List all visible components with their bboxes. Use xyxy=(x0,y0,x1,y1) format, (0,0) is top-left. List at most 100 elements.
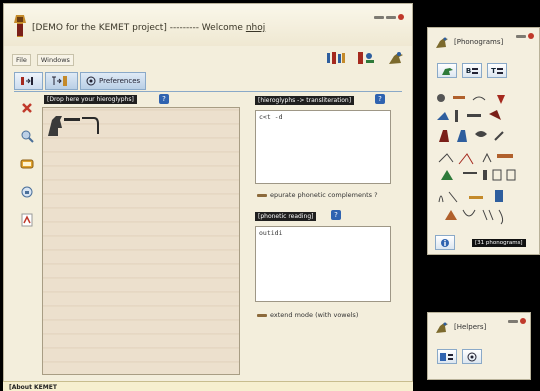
phonograms-count: [31 phonograms] xyxy=(472,239,526,247)
hieroglyph-to-text-icon xyxy=(21,77,33,85)
minimize-icon[interactable] xyxy=(374,15,384,19)
window-controls xyxy=(374,14,404,20)
arm-glyph-icon xyxy=(438,153,454,163)
extend-mode-option[interactable]: extend mode (with vowels) xyxy=(257,311,358,319)
papyrus-label: [Drop here your hieroglyphs] xyxy=(44,95,137,104)
help-icon[interactable]: ? xyxy=(375,94,385,104)
pillar-glyph-icon xyxy=(483,170,487,180)
hill-glyph-icon xyxy=(441,170,453,180)
bird-icon xyxy=(441,67,453,75)
cartouche-icon[interactable] xyxy=(20,157,34,171)
epurate-option[interactable]: epurate phonetic complements ? xyxy=(257,191,378,199)
preferences-icon xyxy=(86,76,96,86)
side-toolbar xyxy=(20,101,34,227)
close-icon[interactable] xyxy=(398,14,404,20)
bar-glyph-icon xyxy=(64,118,80,121)
helpers-title: [Helpers] xyxy=(454,323,487,331)
text-to-hieroglyph-icon xyxy=(52,76,67,86)
option-toggle-icon[interactable] xyxy=(257,313,267,317)
ibis-icon xyxy=(436,322,448,333)
info-icon xyxy=(441,238,449,247)
maximize-icon[interactable] xyxy=(386,15,396,19)
bar-glyph-icon xyxy=(453,96,465,99)
legs-glyph-icon xyxy=(482,209,494,221)
menu-windows[interactable]: Windows xyxy=(36,54,74,66)
tab-hieroglyph-to-text[interactable] xyxy=(14,72,43,90)
window-controls xyxy=(516,33,534,39)
help-icon xyxy=(440,352,453,361)
vulture-glyph-icon xyxy=(457,130,467,142)
stick-glyph-icon xyxy=(494,131,504,141)
pot-glyph-icon xyxy=(495,190,503,202)
close-icon[interactable] xyxy=(520,318,526,324)
main-window-title: [DEMO for the KEMET project] --------- W… xyxy=(32,23,265,33)
helpers-panel: [Helpers] xyxy=(427,312,531,380)
hieroglyph-sequence[interactable] xyxy=(46,112,106,140)
phonograms-info-button[interactable] xyxy=(435,235,455,250)
menubar: File Windows xyxy=(12,54,74,66)
bird-glyph-icon xyxy=(497,95,505,104)
save-icon[interactable] xyxy=(20,185,34,199)
phonetic-tool-icon[interactable] xyxy=(356,50,376,66)
pharaoh-logo-icon xyxy=(14,15,26,37)
phonograms-title: [Phonograms] xyxy=(454,38,504,46)
help-icon[interactable]: ? xyxy=(159,94,169,104)
phonetic-output[interactable]: outidi xyxy=(255,226,391,302)
option-toggle-icon[interactable] xyxy=(257,193,267,197)
sort-icon xyxy=(472,67,479,74)
line-glyph-icon xyxy=(463,172,477,174)
leg-glyph-icon xyxy=(458,153,474,165)
house-glyph-icon xyxy=(506,169,516,181)
export-pdf-icon[interactable] xyxy=(20,213,34,227)
horn-glyph-icon xyxy=(482,152,492,163)
filter-b-button[interactable]: B xyxy=(462,63,482,78)
rope-glyph-icon xyxy=(438,195,444,203)
main-title-bar[interactable]: [DEMO for the KEMET project] --------- W… xyxy=(4,4,412,46)
epurate-option-label: epurate phonetic complements ? xyxy=(270,191,378,199)
arc-glyph-icon xyxy=(472,96,486,101)
basket-glyph-icon xyxy=(462,209,476,217)
help-icon[interactable]: ? xyxy=(331,210,341,220)
phonetic-label: [phonetic reading] xyxy=(255,212,317,221)
bird-glyph-icon xyxy=(489,110,501,120)
helpers-toolbar xyxy=(437,349,482,364)
menu-file[interactable]: File xyxy=(12,54,31,66)
delete-icon[interactable] xyxy=(20,101,34,115)
mat-glyph-icon xyxy=(497,154,513,158)
hook-glyph-icon xyxy=(498,209,504,225)
preferences-button[interactable] xyxy=(462,349,482,364)
help-button[interactable] xyxy=(437,349,457,364)
main-window: [DEMO for the KEMET project] --------- W… xyxy=(3,3,413,391)
tab-bar: Preferences xyxy=(14,72,147,92)
transliteration-output[interactable]: c<t -d xyxy=(255,110,391,184)
owl-glyph-icon xyxy=(439,130,449,142)
minimize-icon[interactable] xyxy=(516,34,526,38)
loaf-glyph-icon xyxy=(445,210,457,220)
extend-mode-label: extend mode (with vowels) xyxy=(270,311,359,319)
helpers-title-bar[interactable]: [Helpers] xyxy=(434,319,486,335)
filter-all-button[interactable] xyxy=(437,63,457,78)
phonograms-toolbar: B T xyxy=(437,63,507,78)
sort-icon xyxy=(496,67,503,74)
transliteration-label: [hieroglyphs -> transliteration] xyxy=(255,96,355,105)
close-icon[interactable] xyxy=(528,33,534,39)
sun-glyph-icon xyxy=(437,94,445,102)
phonogram-glyph-grid[interactable] xyxy=(435,92,535,242)
falcon-glyph-icon xyxy=(48,116,62,136)
ibis-tool-icon[interactable] xyxy=(386,50,406,66)
button-label: B xyxy=(465,66,472,75)
minimize-icon[interactable] xyxy=(508,319,518,323)
button-label: T xyxy=(491,66,496,75)
zoom-icon[interactable] xyxy=(20,129,34,143)
snake-glyph-icon xyxy=(475,131,487,137)
filter-t-button[interactable]: T xyxy=(487,63,507,78)
user-link[interactable]: nhoj xyxy=(246,23,265,33)
tab-text-to-hieroglyph[interactable] xyxy=(45,72,78,90)
tab-preferences[interactable]: Preferences xyxy=(80,72,147,90)
transliterate-tool-icon[interactable] xyxy=(326,50,346,66)
papyrus-drop-zone[interactable] xyxy=(42,107,240,375)
about-bar[interactable]: [About KEMET xyxy=(3,381,413,391)
tab-label: Preferences xyxy=(99,77,141,85)
phonograms-title-bar[interactable]: [Phonograms] xyxy=(434,34,503,50)
feather-glyph-icon xyxy=(437,112,449,120)
